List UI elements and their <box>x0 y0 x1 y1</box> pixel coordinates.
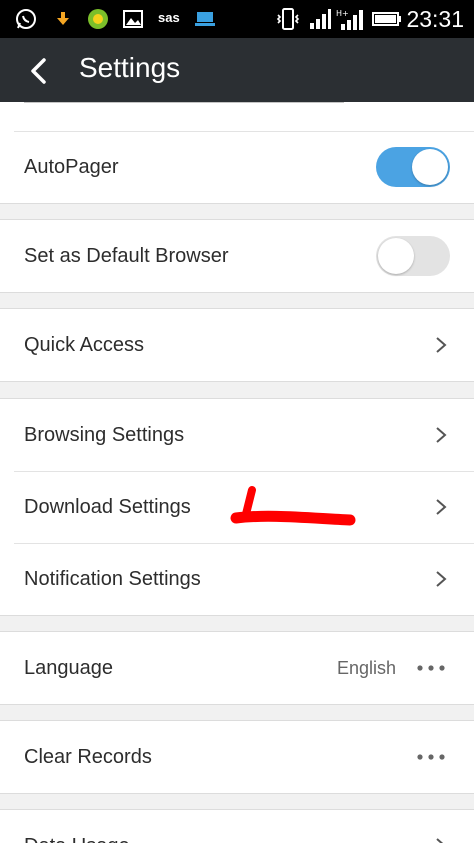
settings-list[interactable]: AutoPager Set as Default Browser Quick A… <box>0 102 474 843</box>
app-bar: Settings <box>0 38 474 102</box>
data-usage-label: Data Usage <box>24 834 130 843</box>
settings-group-6: Clear Records <box>0 720 474 794</box>
notification-settings-label: Notification Settings <box>24 568 201 590</box>
autopager-toggle[interactable] <box>376 147 450 187</box>
data-usage-row[interactable]: Data Usage <box>0 810 474 843</box>
default-browser-toggle[interactable] <box>376 236 450 276</box>
signal-h-plus-icon: H+ <box>336 8 364 30</box>
settings-group-5: Language English <box>0 631 474 705</box>
page-title: Settings <box>79 52 181 83</box>
status-bar: sas H+ 23:31 <box>0 0 474 38</box>
settings-group-7: Data Usage <box>0 809 474 843</box>
gallery-icon <box>122 8 144 30</box>
browsing-settings-row[interactable]: Browsing Settings <box>0 399 474 471</box>
notification-settings-row[interactable]: Notification Settings <box>0 544 474 615</box>
quick-access-row[interactable]: Quick Access <box>0 309 474 381</box>
language-value: English <box>336 658 396 678</box>
settings-group-2: Set as Default Browser <box>0 219 474 293</box>
signal-icon <box>308 8 332 30</box>
app-icon <box>86 8 110 30</box>
clear-records-label: Clear Records <box>24 746 152 768</box>
download-icon <box>56 8 70 30</box>
back-arrow-icon <box>31 58 46 84</box>
more-dots-icon <box>417 754 445 760</box>
hidden-setting-row[interactable] <box>0 102 474 131</box>
clear-records-row[interactable]: Clear Records <box>0 721 474 793</box>
quick-access-label: Quick Access <box>24 334 145 356</box>
default-browser-label: Set as Default Browser <box>24 245 229 267</box>
autopager-label: AutoPager <box>24 156 119 178</box>
language-label: Language <box>24 657 113 679</box>
red-annotation-mark <box>230 486 356 526</box>
toggle-knob <box>412 149 448 185</box>
settings-group-1: AutoPager <box>0 102 474 204</box>
back-button[interactable] <box>22 54 56 88</box>
language-row[interactable]: Language English <box>0 632 474 704</box>
autopager-row[interactable]: AutoPager <box>0 132 474 203</box>
vibrate-icon <box>276 8 300 30</box>
more-dots-icon <box>417 665 445 671</box>
browsing-settings-label: Browsing Settings <box>24 424 185 446</box>
chevron-right-icon <box>436 337 447 353</box>
whatsapp-icon <box>14 8 38 30</box>
settings-group-3: Quick Access <box>0 308 474 382</box>
toggle-knob <box>378 238 414 274</box>
carrier-text: sas <box>158 10 180 25</box>
chevron-right-icon <box>436 499 447 515</box>
chevron-right-icon <box>436 571 447 587</box>
download-settings-label: Download Settings <box>24 496 191 518</box>
chevron-right-icon <box>436 427 447 443</box>
default-browser-row[interactable]: Set as Default Browser <box>0 220 474 292</box>
battery-icon <box>372 8 402 30</box>
clock: 23:31 <box>406 6 464 32</box>
chevron-right-icon <box>436 838 444 843</box>
svg-text:H+: H+ <box>336 9 349 18</box>
monitor-icon <box>194 8 216 30</box>
